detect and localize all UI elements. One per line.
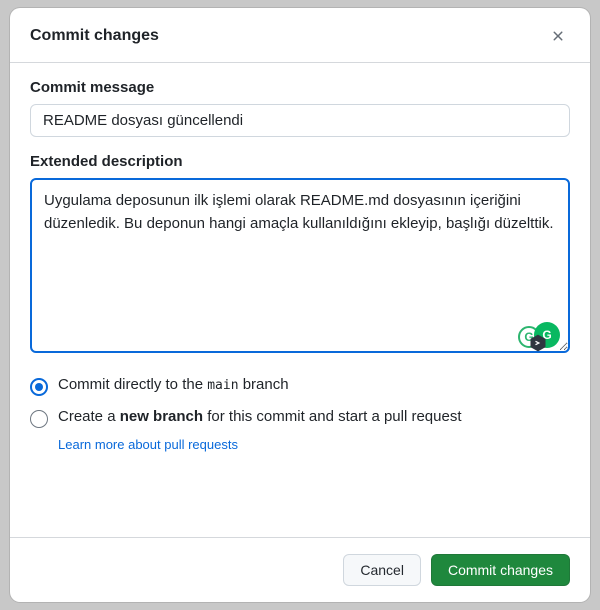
extended-description-label: Extended description [30, 153, 570, 170]
radio-new-branch-label[interactable]: Create a new branch for this commit and … [58, 408, 570, 425]
copilot-hex-icon [528, 333, 548, 353]
commit-message-label: Commit message [30, 79, 570, 96]
branch-radio-group: Commit directly to the main branch Creat… [30, 376, 570, 454]
commit-changes-button[interactable]: Commit changes [431, 554, 570, 586]
radio-new-branch[interactable] [30, 410, 48, 428]
extended-description-group: Extended description Uygulama deposunun … [30, 153, 570, 358]
commit-message-group: Commit message [30, 79, 570, 137]
commit-changes-modal: Commit changes Commit message Extended d… [10, 8, 590, 602]
close-button[interactable] [546, 24, 570, 48]
close-icon [550, 28, 566, 44]
commit-message-input[interactable] [30, 104, 570, 137]
learn-more-wrap: Learn more about pull requests [58, 436, 570, 454]
modal-footer: Cancel Commit changes [10, 537, 590, 602]
learn-more-link[interactable]: Learn more about pull requests [58, 437, 238, 452]
radio-commit-direct-row: Commit directly to the main branch [30, 376, 570, 396]
radio-new-branch-row: Create a new branch for this commit and … [30, 408, 570, 428]
extended-description-textarea[interactable]: Uygulama deposunun ilk işlemi olarak REA… [30, 178, 570, 353]
radio-commit-direct[interactable] [30, 378, 48, 396]
cancel-button[interactable]: Cancel [343, 554, 421, 586]
modal-header: Commit changes [10, 8, 590, 63]
modal-title: Commit changes [30, 27, 159, 45]
radio-commit-direct-label[interactable]: Commit directly to the main branch [58, 376, 570, 393]
modal-body: Commit message Extended description Uygu… [10, 63, 590, 537]
